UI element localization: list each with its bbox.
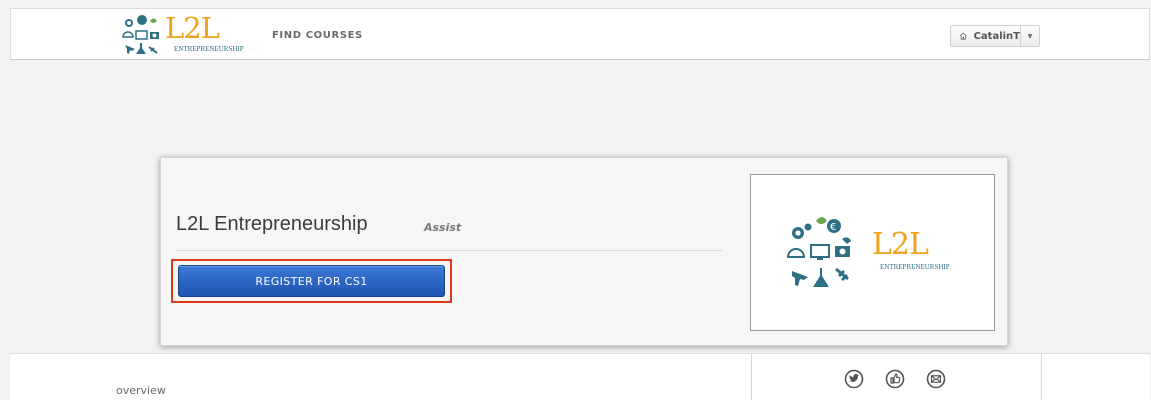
logo-icon-cluster: € xyxy=(786,217,851,287)
course-details-section: overview xyxy=(10,353,1150,400)
course-image-logo: € L2L ENTREPRENEURSHIP xyxy=(784,213,964,293)
course-organization: Assist xyxy=(424,221,462,234)
caret-down-icon[interactable]: ▼ xyxy=(1021,33,1039,40)
course-title: L2L Entrepreneurship xyxy=(176,213,368,235)
overview-link[interactable]: overview xyxy=(116,384,166,397)
course-logo-wordmark: L2L xyxy=(872,227,929,262)
facebook-like-icon[interactable] xyxy=(885,369,905,389)
user-dashboard-button[interactable]: CatalinT xyxy=(951,26,1021,46)
home-icon xyxy=(959,32,967,40)
email-icon[interactable] xyxy=(926,369,946,389)
logo-wordmark: L2L xyxy=(165,11,220,45)
register-button[interactable]: REGISTER FOR CS1 xyxy=(178,265,445,297)
logo-subtext: ENTREPRENEURSHIP xyxy=(174,45,244,53)
site-logo[interactable]: L2L ENTREPRENEURSHIP xyxy=(119,13,269,57)
course-info-card: L2L Entrepreneurship Assist REGISTER FOR… xyxy=(160,157,1008,346)
logo-icon-cluster xyxy=(122,15,159,54)
top-header: L2L ENTREPRENEURSHIP FIND COURSES Catali… xyxy=(10,8,1150,60)
user-menu: CatalinT ▼ xyxy=(950,25,1040,47)
course-image: € L2L ENTREPRENEURSHIP xyxy=(750,174,995,331)
course-sidebar xyxy=(751,354,1042,400)
nav-find-courses[interactable]: FIND COURSES xyxy=(272,30,363,41)
title-divider xyxy=(176,250,722,251)
twitter-icon[interactable] xyxy=(844,369,864,389)
svg-text:€: € xyxy=(830,222,836,233)
course-logo-subtext: ENTREPRENEURSHIP xyxy=(880,263,950,271)
username: CatalinT xyxy=(973,30,1020,42)
